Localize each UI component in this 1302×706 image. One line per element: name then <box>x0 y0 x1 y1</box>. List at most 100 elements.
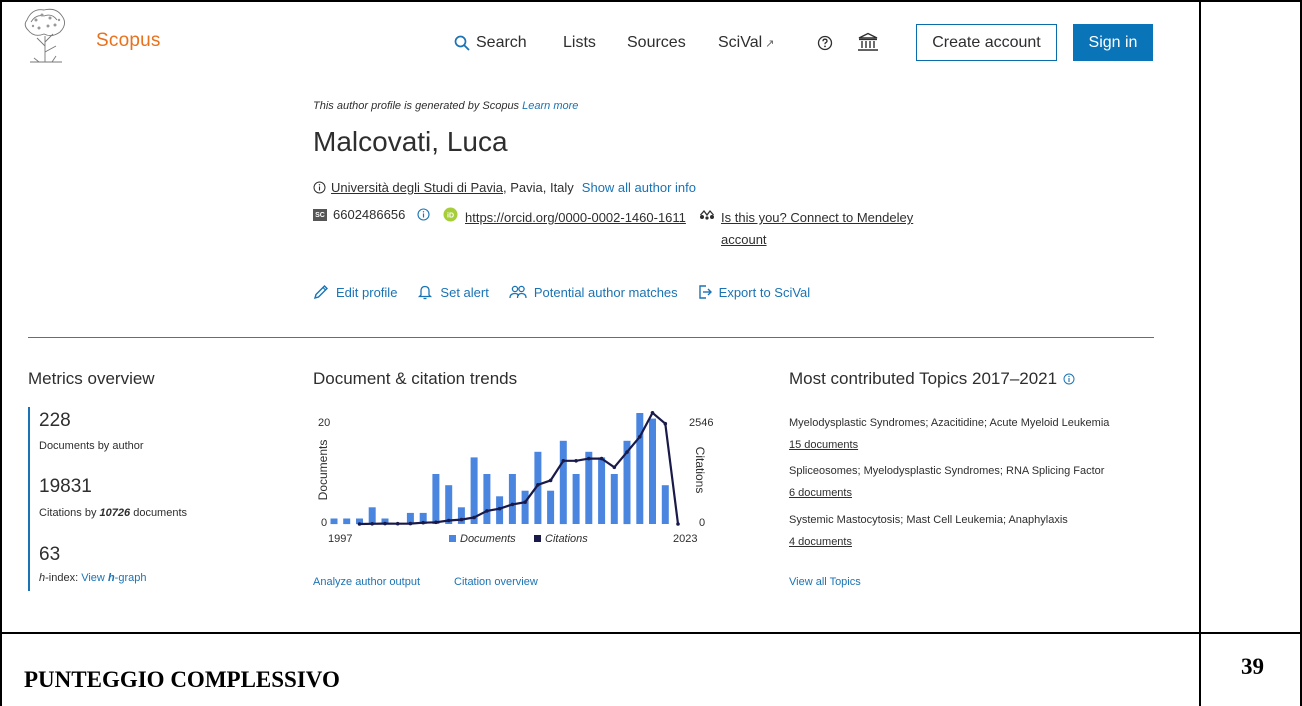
nav-sources[interactable]: Sources <box>627 34 686 52</box>
scopus-author-id: 6602486656 <box>333 207 406 222</box>
y-left-axis-label: Documents <box>316 440 330 501</box>
export-to-scival-label: Export to SciVal <box>718 284 811 300</box>
trends-title: Document & citation trends <box>313 369 518 388</box>
document-citation-chart: 20 0 2546 0 Documents Citations 1997 202… <box>316 411 713 545</box>
scopus-brand[interactable]: Scopus <box>96 30 161 52</box>
documents-bar <box>330 518 338 525</box>
help-icon[interactable] <box>817 35 833 51</box>
legend-documents-label: Documents <box>460 533 516 545</box>
y-left-min-label: 0 <box>321 517 327 529</box>
citations-point <box>561 459 566 463</box>
analyze-author-output-link[interactable]: Analyze author output <box>313 576 420 588</box>
citations-points <box>357 411 680 526</box>
table-left-border <box>0 0 2 706</box>
section-divider <box>28 337 1154 338</box>
people-icon <box>509 285 527 299</box>
topic-documents-link[interactable]: 4 documents <box>789 536 852 548</box>
documents-bar <box>547 490 555 524</box>
svg-text:iD: iD <box>447 213 454 220</box>
documents-bar <box>598 457 606 524</box>
citations-label-prefix: Citations by <box>39 507 97 519</box>
citations-point <box>357 522 362 526</box>
set-alert-button[interactable]: Set alert <box>417 284 489 300</box>
documents-bar <box>432 474 440 524</box>
export-to-scival-button[interactable]: Export to SciVal <box>698 284 811 300</box>
citations-label: Citations by 10726 documents <box>39 507 187 519</box>
citations-label-suffix: documents <box>133 507 188 519</box>
topic-documents-link[interactable]: 15 documents <box>789 439 858 451</box>
citations-point <box>612 465 617 470</box>
citations-point <box>370 522 374 526</box>
citations-point <box>459 517 464 522</box>
documents-bar <box>559 440 567 525</box>
documents-bar <box>368 507 376 524</box>
nav-lists[interactable]: Lists <box>563 34 596 52</box>
topics-title-row: Most contributed Topics 2017–2021 <box>789 369 1075 389</box>
citation-overview-link[interactable]: Citation overview <box>454 576 538 588</box>
orcid-link[interactable]: https://orcid.org/0000-0002-1460-1611 <box>465 207 690 229</box>
citations-point <box>472 515 476 520</box>
affiliation-link[interactable]: Università degli Studi di Pavia <box>331 180 503 195</box>
affiliation-row: Università degli Studi di Pavia, Pavia, … <box>313 180 696 195</box>
set-alert-label: Set alert <box>440 284 489 300</box>
citations-point <box>434 520 438 525</box>
mendeley-connect-link[interactable]: Is this you? Connect to Mendeley account <box>721 207 961 251</box>
view-all-topics-link[interactable]: View all Topics <box>789 576 861 588</box>
institution-icon[interactable] <box>857 32 879 52</box>
nav-scival[interactable]: SciVal ↗ <box>718 34 774 52</box>
pencil-icon <box>313 285 328 300</box>
h-index-value: 63 <box>39 544 61 565</box>
create-account-button[interactable]: Create account <box>916 24 1057 61</box>
potential-author-matches-button[interactable]: Potential author matches <box>509 285 678 300</box>
citations-point <box>587 456 591 461</box>
citations-point <box>663 421 668 426</box>
learn-more-link[interactable]: Learn more <box>522 100 578 112</box>
citations-point <box>599 456 604 461</box>
h-graph-rest: -graph <box>114 572 147 584</box>
documents-bar <box>649 418 656 524</box>
citations-point <box>638 435 642 439</box>
citations-point <box>650 411 655 415</box>
documents-bar <box>572 474 580 524</box>
citations-point <box>485 509 489 513</box>
bell-icon <box>418 285 433 300</box>
info-icon[interactable] <box>313 181 326 194</box>
metrics-overview-title: Metrics overview <box>28 369 155 388</box>
sign-in-button[interactable]: Sign in <box>1073 24 1153 61</box>
legend-citations-label: Citations <box>545 533 588 545</box>
documents-count: 228 <box>39 410 71 431</box>
view-h-graph-link[interactable]: View h-graph <box>81 572 146 584</box>
elsevier-tree-logo[interactable] <box>22 6 68 64</box>
documents-bar <box>483 474 491 524</box>
edit-profile-button[interactable]: Edit profile <box>313 284 397 300</box>
documents-bar <box>585 451 593 524</box>
show-all-author-info-link[interactable]: Show all author info <box>582 180 696 195</box>
y-right-axis-label: Citations <box>693 447 707 494</box>
citations-point <box>446 518 451 523</box>
nav-search[interactable]: Search <box>454 34 527 52</box>
topic-name: Spliceosomes; Myelodysplastic Syndromes;… <box>789 465 1105 477</box>
external-link-icon: ↗ <box>765 37 775 50</box>
x-end-label: 2023 <box>673 533 697 545</box>
citations-docs-count: 10726 <box>99 507 131 519</box>
documents-label: Documents by author <box>39 440 144 452</box>
h-graph-view: View <box>81 572 105 584</box>
documents-bar <box>508 474 516 524</box>
topics-info-icon[interactable] <box>1063 373 1075 385</box>
documents-bar <box>521 490 529 524</box>
nav-scival-label: SciVal <box>718 34 763 51</box>
author-name: Malcovati, Luca <box>313 126 508 157</box>
generated-notice: This author profile is generated by Scop… <box>313 100 578 112</box>
topic-documents-link[interactable]: 6 documents <box>789 487 852 499</box>
documents-bar <box>457 507 465 524</box>
nav-search-label: Search <box>476 34 527 51</box>
citations-point <box>510 502 515 507</box>
scopus-id-info-icon[interactable] <box>417 208 430 221</box>
legend-citations-swatch <box>534 535 541 542</box>
metrics-accent-bar <box>28 407 30 591</box>
topic-name: Systemic Mastocytosis; Mast Cell Leukemi… <box>789 514 1068 526</box>
y-right-max-label: 2546 <box>689 417 713 429</box>
y-left-max-label: 20 <box>318 417 330 429</box>
citations-point <box>383 521 387 526</box>
document-table-frame <box>0 0 1302 706</box>
